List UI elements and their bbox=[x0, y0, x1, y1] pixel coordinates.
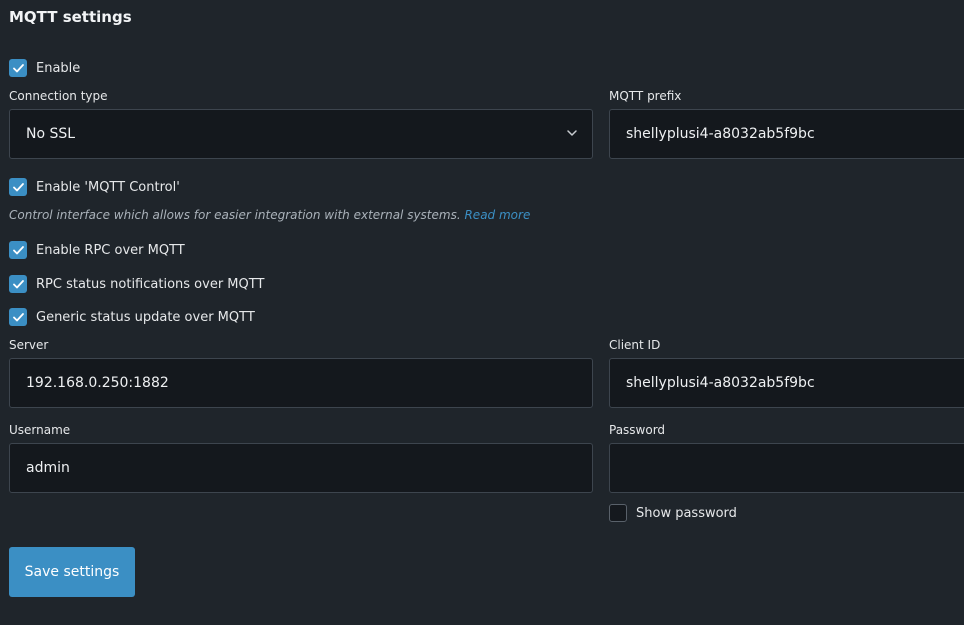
rpc-over-mqtt-label: Enable RPC over MQTT bbox=[36, 242, 185, 258]
client-id-value: shellyplusi4-a8032ab5f9bc bbox=[626, 375, 815, 391]
username-value: admin bbox=[26, 460, 70, 476]
rpc-status-label: RPC status notifications over MQTT bbox=[36, 276, 265, 292]
mqtt-control-row[interactable]: Enable 'MQTT Control' bbox=[9, 178, 180, 196]
server-input[interactable]: 192.168.0.250:1882 bbox=[9, 358, 593, 408]
mqtt-prefix-label: MQTT prefix bbox=[609, 89, 682, 103]
show-password-checkbox[interactable] bbox=[609, 504, 627, 522]
checkmark-icon bbox=[12, 63, 24, 72]
rpc-status-checkbox[interactable] bbox=[9, 275, 27, 293]
client-id-label: Client ID bbox=[609, 338, 661, 352]
connection-type-select[interactable]: No SSL bbox=[9, 109, 593, 159]
enable-label: Enable bbox=[36, 60, 81, 76]
checkmark-icon bbox=[12, 279, 24, 288]
server-label: Server bbox=[9, 338, 49, 352]
rpc-over-mqtt-row[interactable]: Enable RPC over MQTT bbox=[9, 241, 185, 259]
generic-status-row[interactable]: Generic status update over MQTT bbox=[9, 308, 255, 326]
generic-status-label: Generic status update over MQTT bbox=[36, 309, 255, 325]
mqtt-control-checkbox[interactable] bbox=[9, 178, 27, 196]
mqtt-control-label: Enable 'MQTT Control' bbox=[36, 179, 180, 195]
page-title: MQTT settings bbox=[9, 8, 132, 26]
mqtt-prefix-value: shellyplusi4-a8032ab5f9bc bbox=[626, 126, 815, 142]
mqtt-prefix-input[interactable]: shellyplusi4-a8032ab5f9bc bbox=[609, 109, 964, 159]
password-label: Password bbox=[609, 423, 666, 437]
read-more-link[interactable]: Read more bbox=[464, 208, 530, 222]
checkmark-icon bbox=[12, 182, 24, 191]
save-settings-button[interactable]: Save settings bbox=[9, 547, 135, 597]
rpc-over-mqtt-checkbox[interactable] bbox=[9, 241, 27, 259]
enable-row[interactable]: Enable bbox=[9, 59, 80, 77]
show-password-label: Show password bbox=[636, 505, 737, 521]
chevron-down-icon bbox=[567, 130, 577, 136]
server-value: 192.168.0.250:1882 bbox=[26, 375, 169, 391]
password-input[interactable] bbox=[609, 443, 964, 493]
mqtt-control-help-text: Control interface which allows for easie… bbox=[9, 208, 461, 222]
connection-type-value: No SSL bbox=[26, 126, 76, 142]
checkmark-icon bbox=[12, 312, 24, 321]
mqtt-settings-page: MQTT settings Enable Connection type No … bbox=[0, 0, 964, 625]
rpc-status-row[interactable]: RPC status notifications over MQTT bbox=[9, 275, 264, 293]
connection-type-label: Connection type bbox=[9, 89, 108, 103]
show-password-row[interactable]: Show password bbox=[609, 504, 737, 522]
enable-checkbox[interactable] bbox=[9, 59, 27, 77]
username-input[interactable]: admin bbox=[9, 443, 593, 493]
client-id-input[interactable]: shellyplusi4-a8032ab5f9bc bbox=[609, 358, 964, 408]
username-label: Username bbox=[9, 423, 71, 437]
mqtt-control-help: Control interface which allows for easie… bbox=[9, 208, 530, 222]
checkmark-icon bbox=[12, 245, 24, 254]
generic-status-checkbox[interactable] bbox=[9, 308, 27, 326]
